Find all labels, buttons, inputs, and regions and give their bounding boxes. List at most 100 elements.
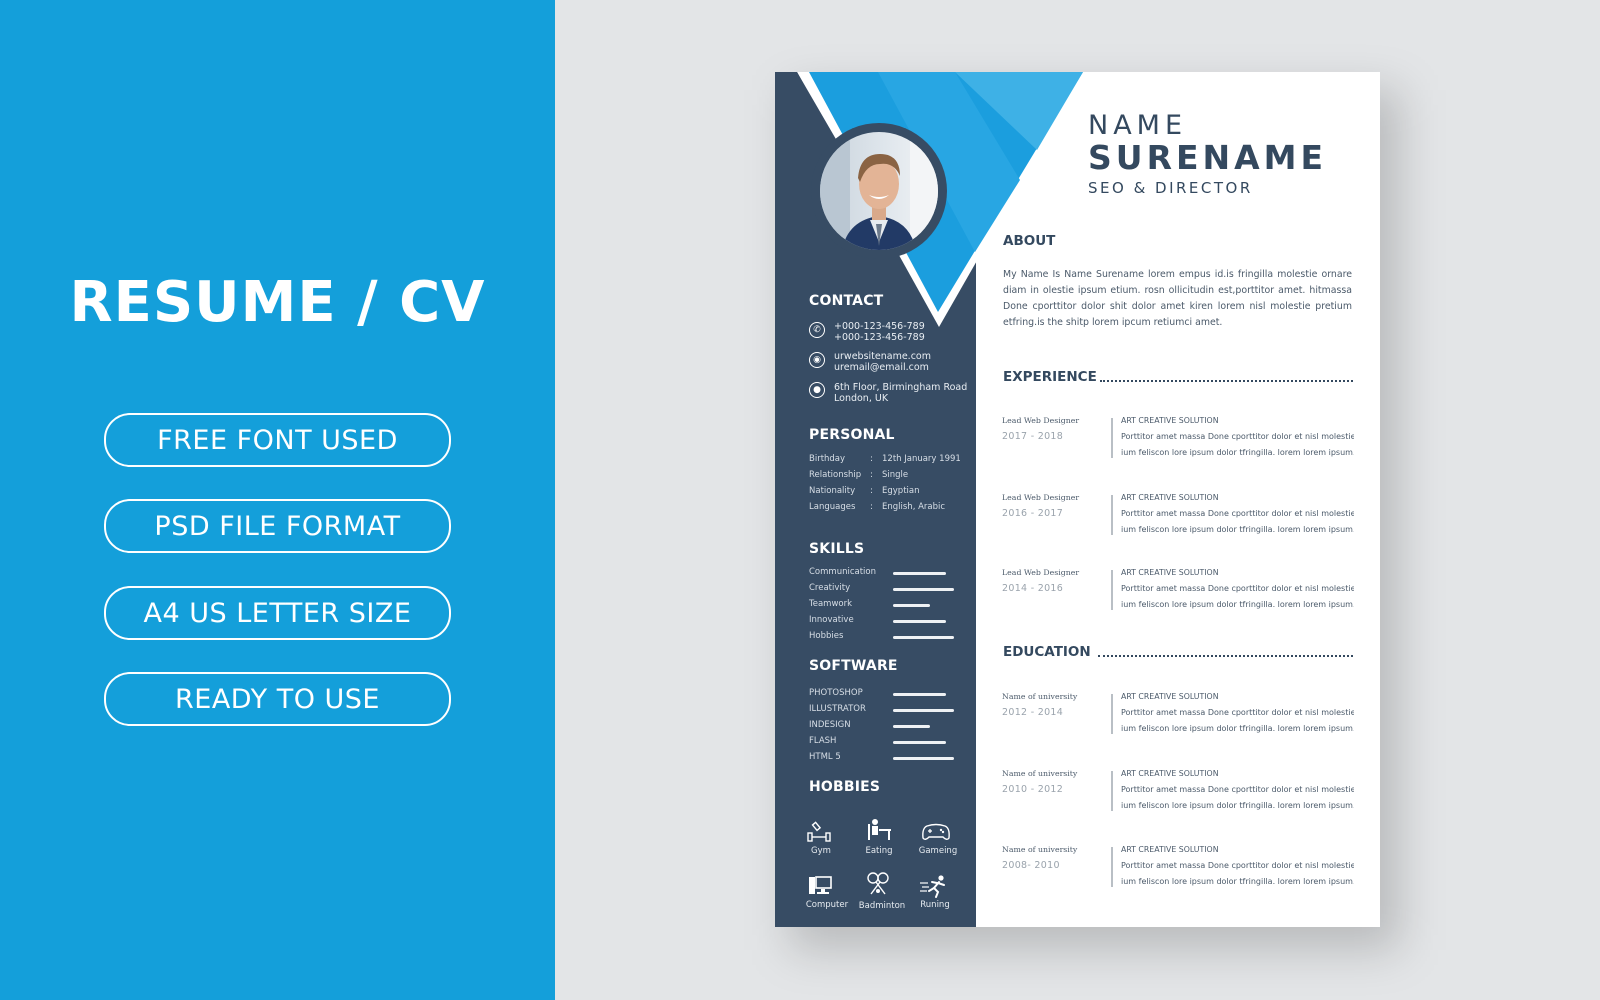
skills-level-bar	[893, 588, 954, 591]
about-text: My Name Is Name Surename lorem empus id.…	[1003, 269, 1352, 328]
skills-name: Creativity	[809, 583, 851, 593]
software-heading: SOFTWARE	[809, 658, 898, 674]
experience-entry-divider	[1111, 495, 1113, 535]
education-dates: 2012 - 2014	[1002, 707, 1064, 718]
experience-company: ART CREATIVE SOLUTION	[1121, 493, 1219, 502]
computer-icon	[809, 876, 832, 894]
software-name: HTML 5	[809, 752, 841, 762]
experience-heading: EXPERIENCE	[1003, 369, 1097, 385]
experience-desc-line-2: ium feliscon lore ipsum dolor tfringilla…	[1121, 447, 1354, 457]
personal-value: 12th January 1991	[882, 454, 961, 464]
education-entry-divider	[1111, 847, 1113, 887]
promo-title: RESUME / CV	[69, 270, 486, 335]
education-role: Name of university	[1002, 769, 1078, 778]
phone-line-2: +000-123-456-789	[834, 332, 925, 343]
experience-dates: 2017 - 2018	[1002, 431, 1064, 442]
feature-badge-free-font[interactable]: FREE FONT USED	[104, 413, 451, 467]
skills-level-bar	[893, 572, 946, 575]
education-company: ART CREATIVE SOLUTION	[1121, 845, 1219, 854]
skills-name: Innovative	[809, 615, 854, 625]
education-desc-line-1: Porttitor amet massa Done cporttitor dol…	[1121, 861, 1354, 870]
personal-separator: :	[870, 470, 873, 480]
software-name: PHOTOSHOP	[809, 688, 863, 698]
education-role: Name of university	[1002, 692, 1078, 701]
hobby-gym: Gym	[811, 846, 831, 856]
experience-desc-line-1: Porttitor amet massa Done cporttitor dol…	[1121, 584, 1354, 593]
education-company: ART CREATIVE SOLUTION	[1121, 769, 1219, 778]
resume-page: NAME SURENAME SEO & DIRECTOR CONTACT ✆ +…	[775, 72, 1380, 927]
personal-heading: PERSONAL	[809, 427, 895, 443]
experience-role: Lead Web Designer	[1002, 493, 1080, 502]
address-line-2: London, UK	[834, 393, 889, 404]
skills-level-bar	[893, 620, 946, 623]
person-portrait-icon	[820, 132, 938, 250]
skills-name: Teamwork	[809, 599, 853, 609]
experience-entry-divider	[1111, 570, 1113, 610]
software-level-bar	[893, 693, 946, 696]
phone-line-1: +000-123-456-789	[834, 321, 925, 332]
hobbies-heading: HOBBIES	[809, 779, 881, 795]
feature-badge-a4-letter[interactable]: A4 US LETTER SIZE	[104, 586, 451, 640]
software-name: ILLUSTRATOR	[809, 704, 866, 714]
education-dates: 2008- 2010	[1002, 860, 1060, 871]
experience-role: Lead Web Designer	[1002, 568, 1080, 577]
phone-icon: ✆	[809, 322, 825, 338]
profile-photo	[820, 132, 938, 250]
address-line-1: 6th Floor, Birmingham Road	[834, 382, 968, 393]
experience-divider	[1100, 380, 1353, 382]
about-heading: ABOUT	[1003, 233, 1056, 249]
job-title: SEO & DIRECTOR	[1088, 179, 1253, 197]
personal-label: Birthday	[809, 454, 846, 464]
education-desc-line-2: ium feliscon lore ipsum dolor tfringilla…	[1121, 723, 1354, 733]
education-desc-line-1: Porttitor amet massa Done cporttitor dol…	[1121, 785, 1354, 794]
education-desc-line-1: Porttitor amet massa Done cporttitor dol…	[1121, 708, 1354, 717]
badminton-icon	[867, 872, 889, 895]
location-pin-icon: ●	[809, 382, 825, 398]
email-link[interactable]: uremail@email.com	[834, 362, 929, 373]
education-company: ART CREATIVE SOLUTION	[1121, 692, 1219, 701]
gamepad-icon	[922, 823, 950, 840]
experience-desc-line-1: Porttitor amet massa Done cporttitor dol…	[1121, 432, 1354, 441]
website-link[interactable]: urwebsitename.com	[834, 351, 931, 362]
experience-role: Lead Web Designer	[1002, 416, 1080, 425]
personal-separator: :	[870, 502, 873, 512]
personal-label: Nationality	[809, 486, 856, 496]
skills-level-bar	[893, 636, 954, 639]
education-desc-line-2: ium feliscon lore ipsum dolor tfringilla…	[1121, 800, 1354, 810]
education-role: Name of university	[1002, 845, 1078, 854]
personal-value: English, Arabic	[882, 502, 946, 512]
hobby-computer: Computer	[805, 900, 849, 910]
hobby-eating: Eating	[865, 846, 893, 856]
hobby-running: Runing	[920, 900, 950, 910]
skills-name: Communication	[809, 567, 876, 577]
personal-label: Languages	[809, 502, 856, 512]
software-name: FLASH	[809, 736, 837, 746]
experience-company: ART CREATIVE SOLUTION	[1121, 416, 1219, 425]
software-level-bar	[893, 757, 954, 760]
experience-desc-line-2: ium feliscon lore ipsum dolor tfringilla…	[1121, 524, 1354, 534]
hobby-gaming: Gameing	[918, 846, 958, 856]
experience-dates: 2016 - 2017	[1002, 508, 1064, 519]
software-level-bar	[893, 725, 930, 728]
education-heading: EDUCATION	[1003, 644, 1091, 660]
software-level-bar	[893, 741, 946, 744]
first-name: NAME	[1088, 110, 1188, 141]
dumbbell-icon	[807, 821, 831, 842]
education-entry-divider	[1111, 694, 1113, 734]
experience-entry-divider	[1111, 418, 1113, 458]
personal-separator: :	[870, 454, 873, 464]
feature-badge-ready[interactable]: READY TO USE	[104, 672, 451, 726]
skills-name: Hobbies	[809, 631, 844, 641]
globe-icon: ◉	[809, 352, 825, 368]
education-dates: 2010 - 2012	[1002, 784, 1064, 795]
feature-badge-psd-format[interactable]: PSD FILE FORMAT	[104, 499, 451, 553]
software-name: INDESIGN	[809, 720, 851, 730]
software-level-bar	[893, 709, 954, 712]
dining-icon	[868, 819, 891, 840]
experience-desc-line-2: ium feliscon lore ipsum dolor tfringilla…	[1121, 599, 1354, 609]
running-icon	[920, 875, 945, 898]
personal-value: Egyptian	[882, 486, 920, 496]
experience-dates: 2014 - 2016	[1002, 583, 1064, 594]
personal-separator: :	[870, 486, 873, 496]
promo-panel: RESUME / CV FREE FONT USED PSD FILE FORM…	[0, 0, 555, 1000]
